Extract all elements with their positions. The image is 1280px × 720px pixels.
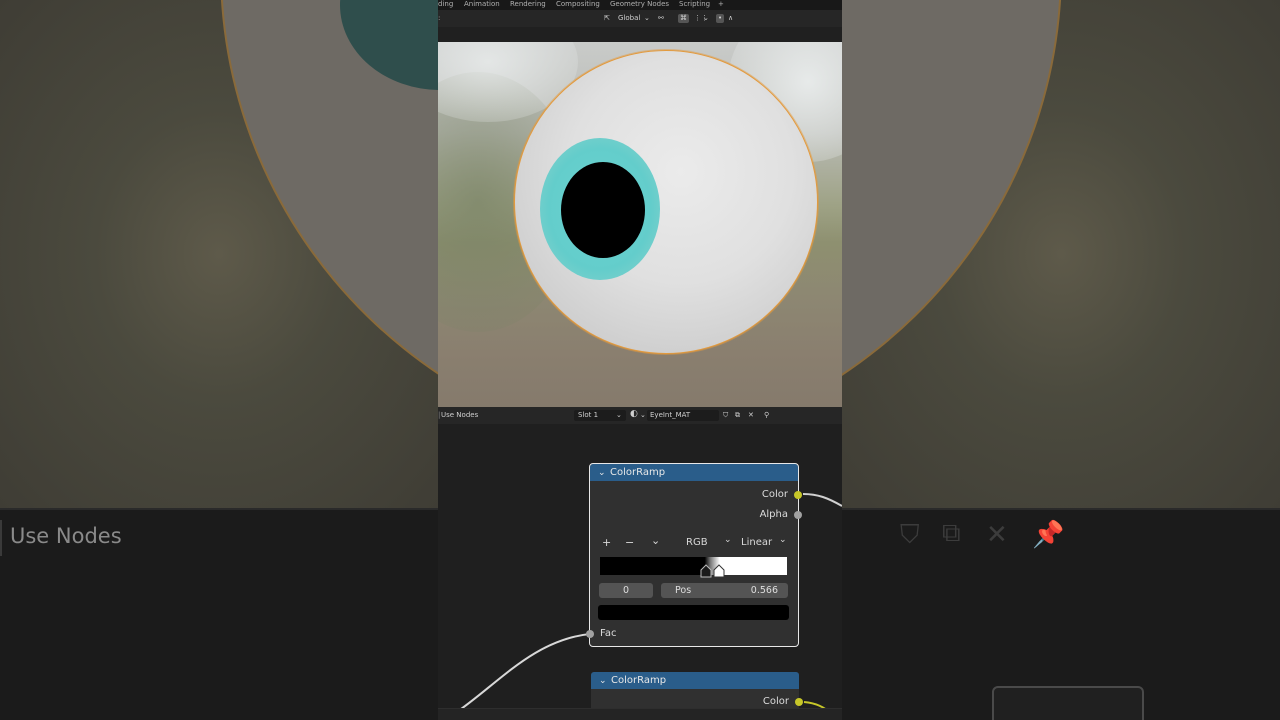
- transform-orientation-icon[interactable]: ⇱: [604, 14, 610, 23]
- add-workspace-button[interactable]: +: [718, 0, 724, 8]
- chevron-down-icon[interactable]: ⌄: [640, 411, 646, 420]
- proportional-edit-icon[interactable]: •: [716, 14, 725, 23]
- colorramp-node-header[interactable]: ⌄ ColorRamp: [590, 464, 798, 481]
- slot-label: Slot 1: [578, 411, 599, 419]
- duplicate-material-icon[interactable]: ⧉: [735, 411, 740, 420]
- interpolation-dropdown[interactable]: Linear: [741, 537, 772, 548]
- snap-icon[interactable]: ⌘: [678, 14, 689, 23]
- 3d-viewport[interactable]: [438, 42, 842, 407]
- color-output-link: [802, 493, 842, 507]
- header-edge-mark: :: [438, 14, 441, 22]
- material-name: EyeInt_MAT: [650, 411, 691, 419]
- close-icon: ✕: [986, 520, 1008, 550]
- tab-animation[interactable]: Animation: [464, 0, 500, 8]
- output-alpha-socket[interactable]: [794, 511, 802, 519]
- collapse-chevron-icon[interactable]: ⌄: [599, 673, 611, 690]
- transform-orientation-dropdown[interactable]: Global: [618, 14, 640, 23]
- shader-editor-header: | Use Nodes Slot 1 ⌄ ◐ ⌄ EyeInt_MAT ⛉ ⧉ …: [438, 407, 842, 424]
- node-editor-canvas[interactable]: ⌄ ColorRamp Color Alpha + − ⌄ RGB ⌄ Linea…: [438, 424, 842, 720]
- collapse-chevron-icon[interactable]: ⌄: [598, 465, 610, 482]
- ramp-stop-white-active[interactable]: [713, 564, 725, 578]
- eyeball-pupil: [561, 162, 645, 258]
- output-color-socket[interactable]: [794, 491, 802, 499]
- input-fac-socket[interactable]: [586, 630, 594, 638]
- status-bar: [438, 708, 842, 720]
- screen: Use Nodes ⛉ ⧉ ✕ 📌 ding Animation Renderi…: [0, 0, 1280, 720]
- active-stop-index[interactable]: 0: [599, 583, 653, 598]
- tab-geometry-nodes[interactable]: Geometry Nodes: [610, 0, 669, 8]
- node-title: ColorRamp: [611, 675, 667, 686]
- chevron-down-icon: ⌄: [779, 535, 787, 545]
- tab-shading[interactable]: ding: [438, 0, 453, 8]
- background-right-blur: ⛉ ⧉ ✕ 📌: [842, 0, 1280, 720]
- remove-stop-button[interactable]: −: [625, 536, 634, 549]
- tab-scripting[interactable]: Scripting: [679, 0, 710, 8]
- output-color-socket[interactable]: [795, 698, 803, 706]
- input-fac-label: Fac: [600, 628, 617, 639]
- pivot-icon[interactable]: ⚯: [658, 14, 664, 23]
- ramp-menu-button[interactable]: ⌄: [651, 534, 660, 547]
- falloff-icon[interactable]: ∧: [728, 14, 733, 23]
- background-node-echo: [992, 686, 1144, 720]
- blender-window: ding Animation Rendering Compositing Geo…: [438, 0, 842, 720]
- chevron-down-icon[interactable]: ⌄: [703, 14, 709, 23]
- viewport-header: : ⇱ Global ⌄ ⚯ ⌘ ⋮⋮ ⌄ • ∧: [438, 10, 842, 27]
- colorramp-node[interactable]: ⌄ ColorRamp Color Alpha + − ⌄ RGB ⌄ Linea…: [586, 463, 802, 647]
- shield-icon: ⛉: [900, 520, 920, 550]
- output-color-label: Color: [761, 489, 788, 500]
- material-sphere-icon[interactable]: ◐: [630, 410, 638, 419]
- pin-icon: 📌: [1032, 520, 1065, 550]
- copy-icon: ⧉: [942, 518, 961, 548]
- pos-label: Pos: [675, 585, 692, 596]
- color-mode-dropdown[interactable]: RGB: [686, 537, 708, 548]
- unlink-material-icon[interactable]: ✕: [748, 411, 754, 420]
- tab-rendering[interactable]: Rendering: [510, 0, 546, 8]
- chevron-down-icon[interactable]: ⌄: [644, 14, 650, 23]
- node-title: ColorRamp: [610, 467, 666, 478]
- chevron-down-icon: ⌄: [616, 411, 622, 419]
- stop-color-swatch[interactable]: [598, 605, 789, 620]
- output-alpha-label: Alpha: [759, 509, 788, 520]
- fake-user-shield-icon[interactable]: ⛉: [723, 411, 728, 420]
- ramp-stop-black[interactable]: [700, 564, 712, 578]
- output-color-label: Color: [762, 696, 789, 707]
- use-nodes-checkbox[interactable]: Use Nodes: [441, 411, 478, 420]
- color-ramp-gradient[interactable]: [600, 557, 787, 575]
- pin-icon[interactable]: ⚲: [764, 411, 769, 420]
- chevron-down-icon: ⌄: [724, 535, 732, 545]
- stop-position-field[interactable]: Pos 0.566: [661, 583, 788, 598]
- fac-input-link: [453, 633, 591, 714]
- background-left-blur: Use Nodes: [0, 0, 438, 720]
- workspace-tabs: ding Animation Rendering Compositing Geo…: [438, 0, 842, 10]
- tab-compositing[interactable]: Compositing: [556, 0, 600, 8]
- pos-value: 0.566: [750, 585, 778, 596]
- add-stop-button[interactable]: +: [602, 536, 611, 549]
- colorramp-node-2-header[interactable]: ⌄ ColorRamp: [591, 672, 799, 689]
- background-use-nodes-text: Use Nodes: [10, 524, 122, 548]
